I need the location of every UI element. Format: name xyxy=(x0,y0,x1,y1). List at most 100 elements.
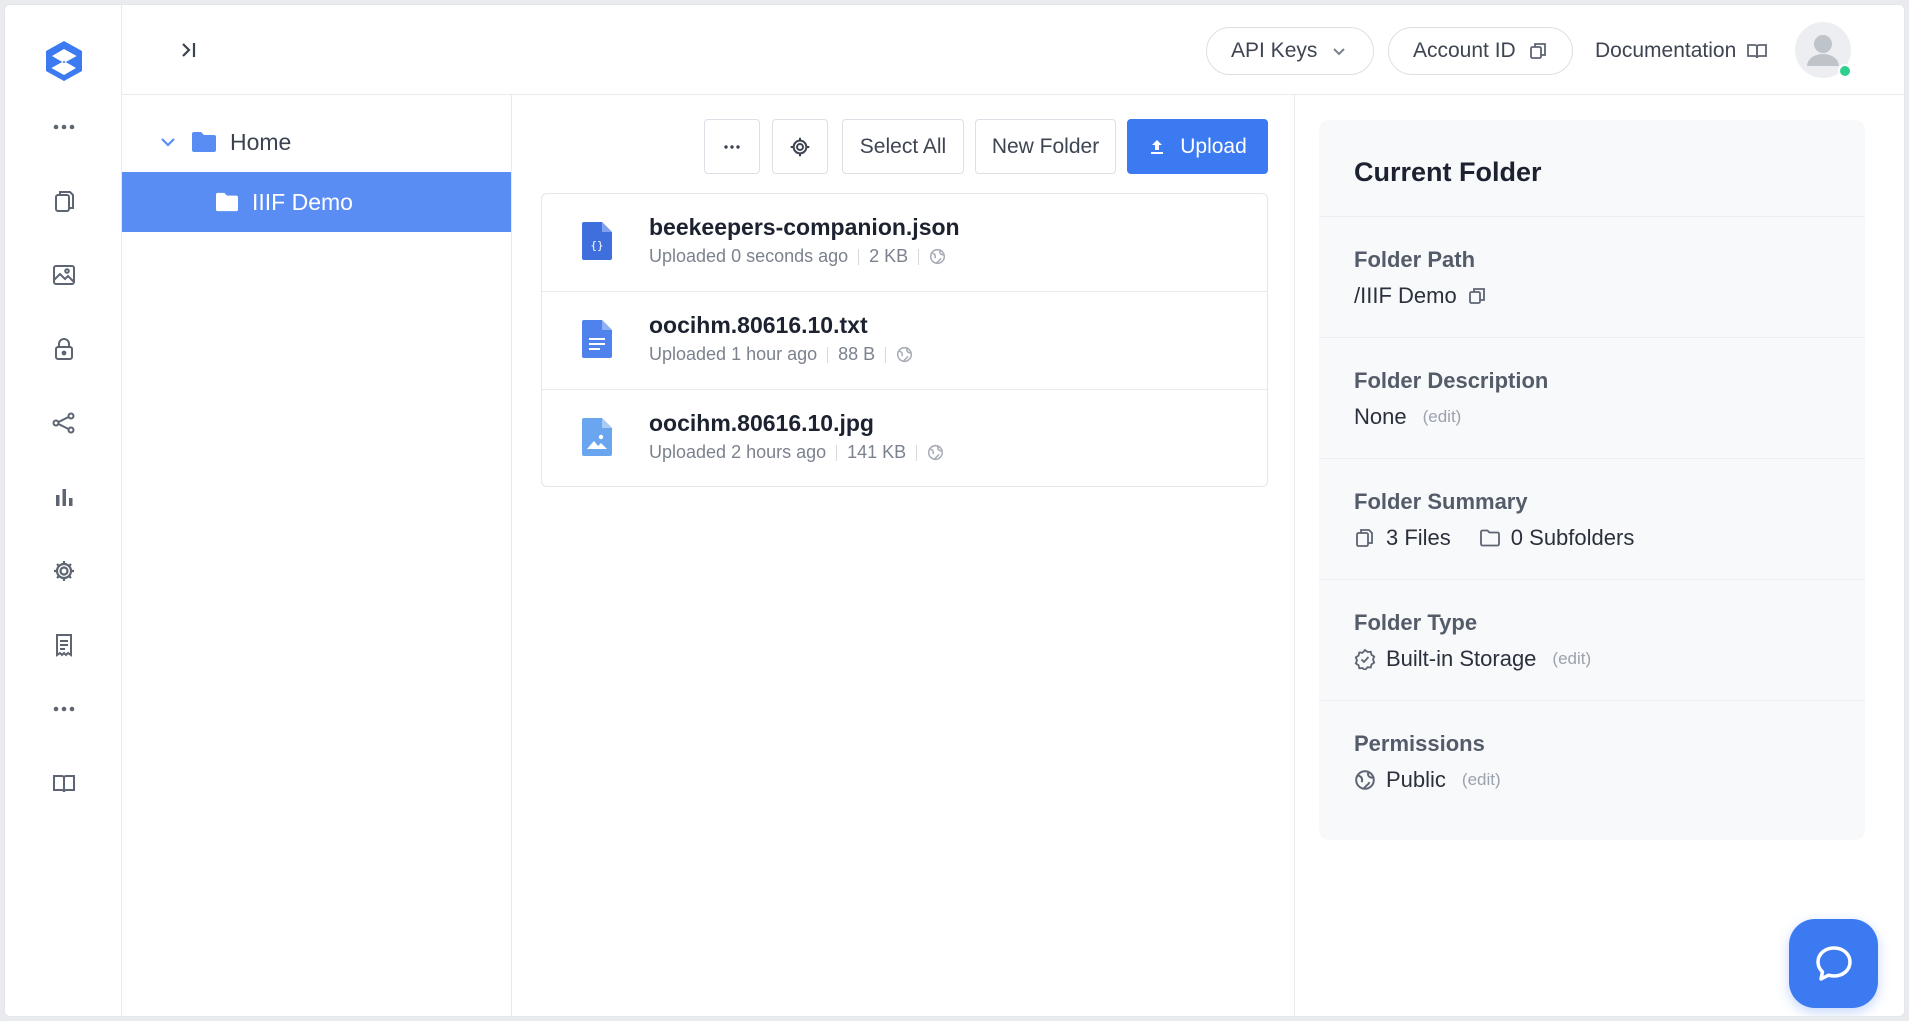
documentation-link[interactable]: Documentation xyxy=(1595,27,1768,75)
book-icon xyxy=(1747,44,1768,59)
receipt-icon[interactable] xyxy=(5,625,122,665)
folder-icon xyxy=(216,192,238,212)
share-icon[interactable] xyxy=(5,403,122,443)
folder-type-text: Built-in Storage xyxy=(1386,646,1537,671)
upload-time: Uploaded 2 hours ago xyxy=(649,442,827,462)
gear-icon[interactable] xyxy=(5,551,122,591)
more-icon xyxy=(724,144,740,149)
globe-icon xyxy=(928,444,944,461)
edit-permissions-link[interactable]: (edit) xyxy=(1462,770,1501,790)
folder-description-value: None (edit) xyxy=(1354,404,1461,430)
tree-item-iiif-demo[interactable]: IIIF Demo xyxy=(122,172,511,232)
gear-icon xyxy=(790,137,810,156)
upload-label: Upload xyxy=(1180,134,1247,158)
book-icon[interactable] xyxy=(5,763,122,803)
chart-icon[interactable] xyxy=(5,477,122,517)
app-window: API Keys Account ID Documentation Home I… xyxy=(4,4,1905,1017)
copy-icon xyxy=(1529,43,1546,59)
tree-item-home[interactable]: Home xyxy=(122,112,511,172)
tree-item-label: Home xyxy=(230,128,292,155)
text-file-icon xyxy=(582,320,612,358)
upload-icon xyxy=(1151,139,1164,154)
copy-icon[interactable] xyxy=(1467,286,1487,306)
top-header: API Keys Account ID Documentation xyxy=(122,5,1904,95)
file-browser: Select All New Folder Upload {} beekeepe… xyxy=(512,95,1295,1016)
file-size: 141 KB xyxy=(847,442,907,462)
divider xyxy=(885,346,887,363)
file-row[interactable]: {} beekeepers-companion.json Uploaded 0 … xyxy=(542,194,1267,292)
edit-type-link[interactable]: (edit) xyxy=(1552,649,1591,669)
folder-path-text: /IIIF Demo xyxy=(1354,283,1457,308)
select-all-button[interactable]: Select All xyxy=(842,119,964,174)
folder-path-label: Folder Path xyxy=(1354,247,1476,272)
api-keys-label: API Keys xyxy=(1231,39,1318,62)
logo-icon[interactable] xyxy=(5,35,122,87)
subfolder-count: 0 Subfolders xyxy=(1510,525,1635,550)
folder-summary-section: Folder Summary 3 Files 0 Subfolders xyxy=(1319,458,1865,579)
chevron-down-icon[interactable] xyxy=(158,132,178,152)
upload-time: Uploaded 0 seconds ago xyxy=(649,246,849,266)
folder-summary-label: Folder Summary xyxy=(1354,489,1528,514)
documentation-label: Documentation xyxy=(1595,39,1737,62)
edit-description-link[interactable]: (edit) xyxy=(1423,407,1462,427)
tree-item-label: IIIF Demo xyxy=(252,188,353,215)
chat-bubble-icon xyxy=(1815,945,1852,981)
folder-description-section: Folder Description None (edit) xyxy=(1319,337,1865,458)
online-status-dot xyxy=(1838,64,1852,78)
file-meta: Uploaded 1 hour ago 88 B xyxy=(649,344,913,365)
folder-type-section: Folder Type Built-in Storage (edit) xyxy=(1319,579,1865,700)
account-id-button[interactable]: Account ID xyxy=(1388,27,1573,75)
folder-icon xyxy=(192,132,216,152)
more-icon[interactable] xyxy=(5,689,122,729)
folder-tree: Home IIIF Demo xyxy=(122,95,512,1016)
lock-icon[interactable] xyxy=(5,329,122,369)
folder-type-value: Built-in Storage (edit) xyxy=(1354,646,1591,672)
settings-button[interactable] xyxy=(772,119,828,174)
verified-badge-icon xyxy=(1354,648,1376,670)
images-icon[interactable] xyxy=(5,255,122,295)
permissions-section: Permissions Public (edit) xyxy=(1319,700,1865,821)
permissions-text: Public xyxy=(1386,767,1446,792)
file-count: 3 Files xyxy=(1386,525,1451,550)
divider xyxy=(858,248,860,265)
more-icon[interactable] xyxy=(5,107,122,147)
file-meta: Uploaded 0 seconds ago 2 KB xyxy=(649,246,946,267)
divider xyxy=(918,248,920,265)
folder-summary-value: 3 Files 0 Subfolders xyxy=(1354,525,1634,551)
globe-icon xyxy=(1355,770,1375,790)
select-all-label: Select All xyxy=(859,134,947,158)
folder-description-label: Folder Description xyxy=(1354,368,1549,393)
files-icon xyxy=(1356,529,1373,547)
more-actions-button[interactable] xyxy=(704,119,760,174)
chevron-down-icon xyxy=(1333,48,1346,56)
panel-title: Current Folder xyxy=(1354,157,1542,187)
file-size: 2 KB xyxy=(869,246,909,266)
file-list: {} beekeepers-companion.json Uploaded 0 … xyxy=(541,193,1268,487)
globe-icon xyxy=(897,346,913,363)
permissions-label: Permissions xyxy=(1354,731,1485,756)
expand-sidebar-icon[interactable] xyxy=(174,35,204,65)
divider xyxy=(827,346,829,363)
image-file-icon xyxy=(582,418,612,456)
upload-time: Uploaded 1 hour ago xyxy=(649,344,818,364)
folder-icon xyxy=(1479,529,1500,547)
folder-description-text: None xyxy=(1354,404,1407,429)
files-icon[interactable] xyxy=(5,181,122,221)
file-name: oocihm.80616.10.txt xyxy=(649,312,868,338)
new-folder-button[interactable]: New Folder xyxy=(975,119,1116,174)
icon-rail xyxy=(5,5,122,1016)
json-file-icon: {} xyxy=(582,222,612,260)
chat-support-button[interactable] xyxy=(1789,919,1878,1008)
file-size: 88 B xyxy=(838,344,876,364)
divider xyxy=(916,444,918,461)
permissions-value: Public (edit) xyxy=(1354,767,1501,793)
upload-button[interactable]: Upload xyxy=(1127,119,1268,174)
api-keys-dropdown[interactable]: API Keys xyxy=(1206,27,1375,75)
file-row[interactable]: oocihm.80616.10.jpg Uploaded 2 hours ago… xyxy=(542,390,1267,486)
file-name: oocihm.80616.10.jpg xyxy=(649,410,874,436)
account-id-label: Account ID xyxy=(1413,39,1516,62)
file-row[interactable]: oocihm.80616.10.txt Uploaded 1 hour ago … xyxy=(542,292,1267,390)
folder-path-section: Folder Path /IIIF Demo xyxy=(1319,216,1865,337)
file-meta: Uploaded 2 hours ago 141 KB xyxy=(649,442,944,463)
folder-type-label: Folder Type xyxy=(1354,610,1478,635)
